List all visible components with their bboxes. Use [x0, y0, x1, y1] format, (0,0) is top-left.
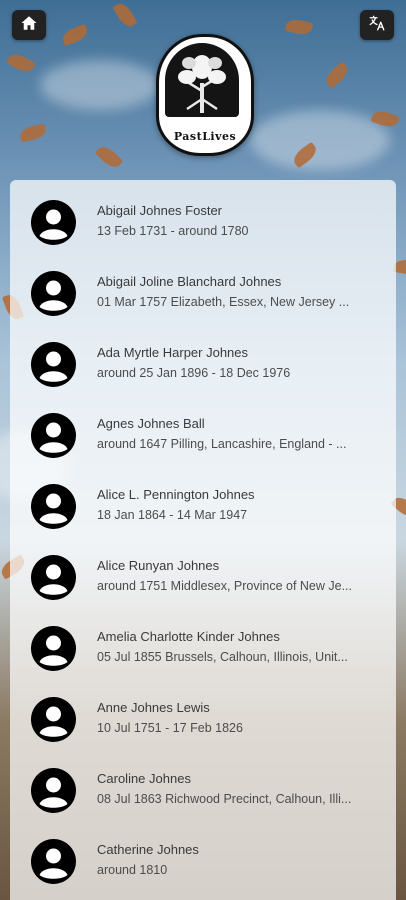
person-avatar-icon: [31, 484, 76, 529]
person-details: around 25 Jan 1896 - 18 Dec 1976: [97, 366, 291, 380]
person-avatar-icon: [31, 200, 76, 245]
person-avatar-icon: [31, 839, 76, 884]
person-name: Amelia Charlotte Kinder Johnes: [97, 629, 280, 644]
person-avatar-icon: [31, 413, 76, 458]
person-name: Alice Runyan Johnes: [97, 558, 220, 573]
person-name: Catherine Johnes: [97, 842, 199, 857]
person-details: around 1647 Pilling, Lancashire, England…: [97, 437, 347, 451]
person-name: Anne Johnes Lewis: [97, 700, 210, 715]
person-avatar-icon: [31, 768, 76, 813]
list-item[interactable]: Catherine Johnes around 1810: [10, 828, 396, 899]
home-button[interactable]: [12, 10, 46, 40]
list-item[interactable]: Ada Myrtle Harper Johnes around 25 Jan 1…: [10, 331, 396, 402]
logo-text: PastLives: [173, 130, 237, 143]
person-name: Alice L. Pennington Johnes: [97, 487, 255, 502]
person-avatar-icon: [31, 626, 76, 671]
person-details: 13 Feb 1731 - around 1780: [97, 224, 249, 238]
list-item[interactable]: Agnes Johnes Ball around 1647 Pilling, L…: [10, 402, 396, 473]
person-name: Abigail Joline Blanchard Johnes: [97, 274, 282, 289]
list-item[interactable]: Caroline Johnes 08 Jul 1863 Richwood Pre…: [10, 757, 396, 828]
person-details: 05 Jul 1855 Brussels, Calhoun, Illinois,…: [97, 650, 348, 664]
person-name: Caroline Johnes: [97, 771, 191, 786]
person-details: 18 Jan 1864 - 14 Mar 1947: [97, 508, 248, 522]
person-details: 01 Mar 1757 Elizabeth, Essex, New Jersey…: [97, 295, 350, 309]
person-details: 10 Jul 1751 - 17 Feb 1826: [97, 721, 243, 735]
person-avatar-icon: [31, 342, 76, 387]
people-list[interactable]: Abigail Johnes Foster 13 Feb 1731 - arou…: [10, 180, 396, 900]
person-name: Abigail Johnes Foster: [97, 203, 223, 218]
person-details: 08 Jul 1863 Richwood Precinct, Calhoun, …: [97, 792, 352, 806]
list-item[interactable]: Amelia Charlotte Kinder Johnes 05 Jul 18…: [10, 615, 396, 686]
home-icon: [20, 14, 38, 37]
translate-button[interactable]: [360, 10, 394, 40]
person-details: around 1810: [97, 863, 168, 877]
person-details: around 1751 Middlesex, Province of New J…: [97, 579, 352, 593]
person-avatar-icon: [31, 555, 76, 600]
person-avatar-icon: [31, 271, 76, 316]
list-item[interactable]: Abigail Johnes Foster 13 Feb 1731 - arou…: [10, 189, 396, 260]
list-item[interactable]: Alice Runyan Johnes around 1751 Middlese…: [10, 544, 396, 615]
list-item[interactable]: Anne Johnes Lewis 10 Jul 1751 - 17 Feb 1…: [10, 686, 396, 757]
translate-icon: [368, 14, 386, 37]
list-item[interactable]: Alice L. Pennington Johnes 18 Jan 1864 -…: [10, 473, 396, 544]
app-logo: PastLives: [156, 34, 254, 156]
person-name: Ada Myrtle Harper Johnes: [97, 345, 249, 360]
person-name: Agnes Johnes Ball: [97, 416, 205, 431]
tree-logo-icon: [165, 43, 239, 117]
person-avatar-icon: [31, 697, 76, 742]
list-item[interactable]: Abigail Joline Blanchard Johnes 01 Mar 1…: [10, 260, 396, 331]
